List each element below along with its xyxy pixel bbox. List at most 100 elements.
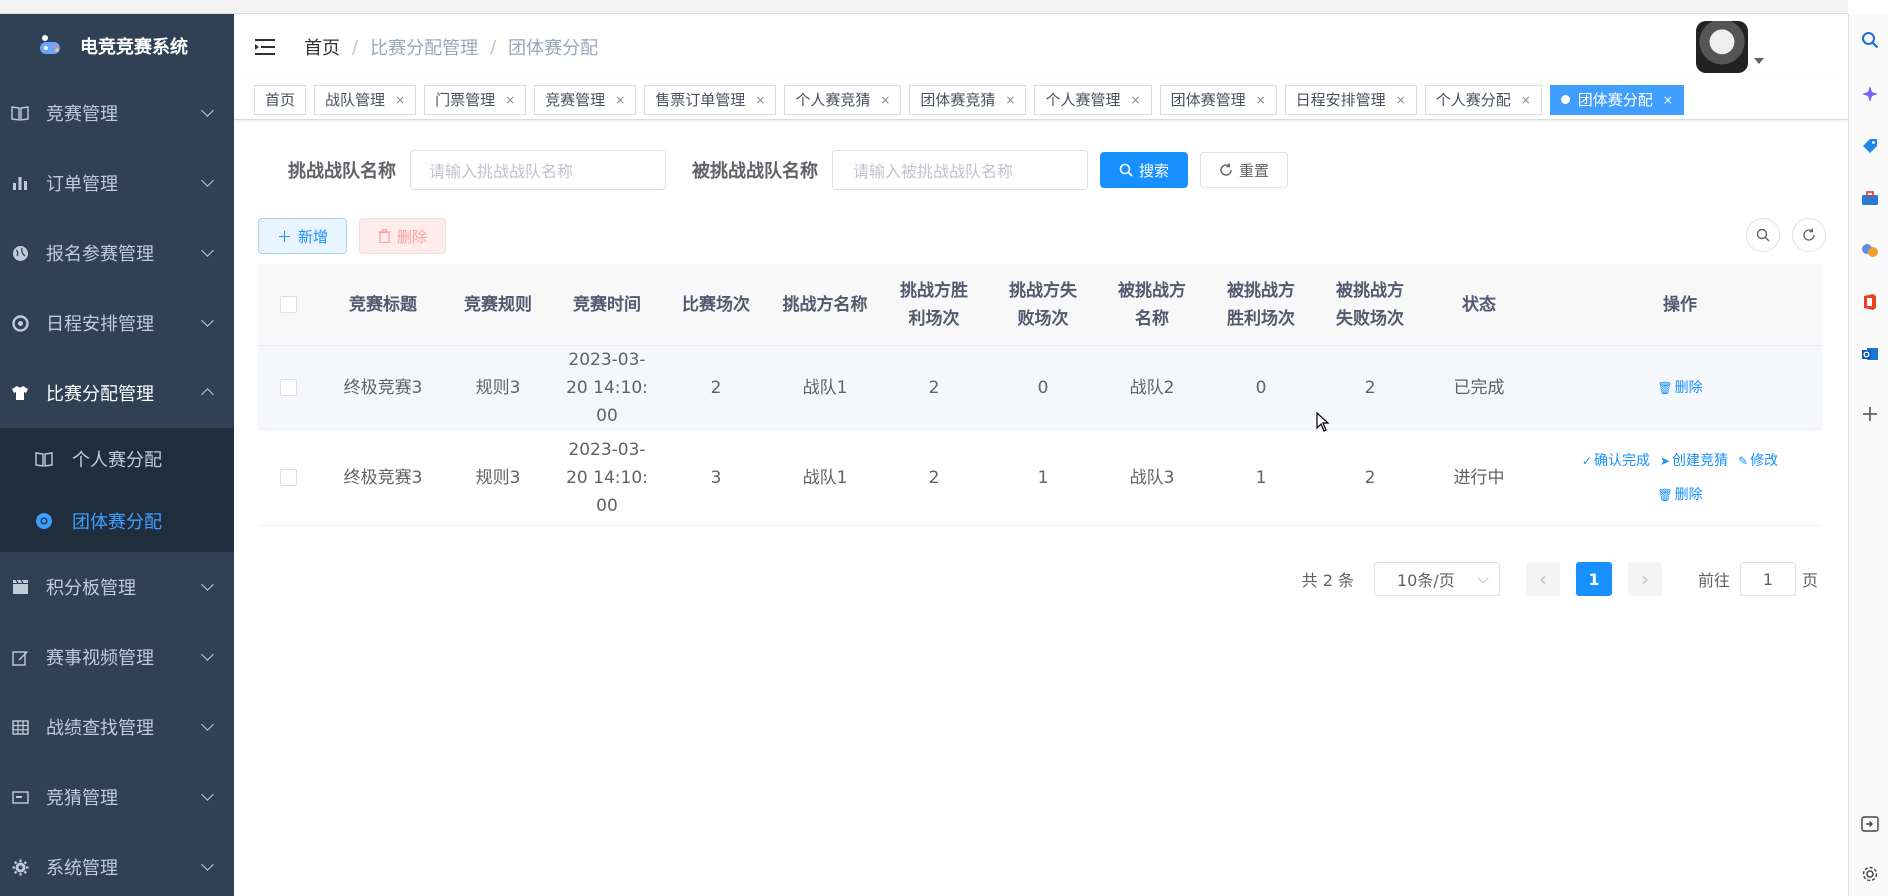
confirm-complete-icon: ✓ xyxy=(1581,453,1592,468)
prev-page-button[interactable]: ‹ xyxy=(1525,562,1560,596)
search-icon xyxy=(1119,163,1133,177)
tab-0[interactable]: 首页 xyxy=(254,84,307,115)
tab-5[interactable]: 个人赛竞猜 × xyxy=(784,84,902,115)
hamburger-fold-icon[interactable] xyxy=(254,36,276,58)
data-table: 竞赛标题 竞赛规则 竞赛时间 比赛场次 挑战方名称 挑战方胜利场次 挑战方失败场次 被挑战方名… xyxy=(258,264,1822,526)
challenger-team-input[interactable]: 请输入挑战战队名称 xyxy=(410,150,666,190)
page-size-select[interactable]: 10条/页 xyxy=(1373,562,1500,596)
sidebar-item-0[interactable]: 竞赛管理 xyxy=(0,78,234,148)
action-label: 创建竞猜 xyxy=(1672,452,1729,469)
close-icon[interactable]: × xyxy=(1521,93,1531,107)
tab-6[interactable]: 团体赛竞猜 × xyxy=(909,84,1027,115)
user-avatar[interactable] xyxy=(1696,21,1748,73)
challenger-team-label: 挑战战队名称 xyxy=(288,161,396,182)
close-icon[interactable]: × xyxy=(505,93,515,107)
browser-sidebar xyxy=(1848,14,1888,896)
copilot-sparkle-icon[interactable] xyxy=(1860,84,1880,104)
tab-label: 个人赛管理 xyxy=(1045,91,1121,109)
row-checkbox[interactable] xyxy=(279,469,297,486)
add-icon[interactable] xyxy=(1860,404,1880,424)
office-icon[interactable] xyxy=(1860,292,1880,312)
search-button[interactable]: 搜索 xyxy=(1100,152,1189,188)
sidebar-item-8[interactable]: 竞猜管理 xyxy=(0,762,234,832)
sidebar-item-9[interactable]: 系统管理 xyxy=(0,832,234,896)
breadcrumb-home[interactable]: 首页 xyxy=(304,34,340,60)
outlook-icon[interactable] xyxy=(1860,344,1880,364)
sidebar-item-6[interactable]: 赛事视频管理 xyxy=(0,622,234,692)
app-logo[interactable]: 电竞竞赛系统 xyxy=(0,14,234,78)
delete-button[interactable]: 🗑 删除 xyxy=(1657,478,1702,512)
action-label: 删除 xyxy=(1674,379,1703,396)
chevron-down-icon xyxy=(201,174,214,187)
close-icon[interactable]: × xyxy=(615,93,625,107)
sidebar-item-2[interactable]: 报名参赛管理 xyxy=(0,218,234,288)
close-icon[interactable]: × xyxy=(880,93,890,107)
settings-gear-icon[interactable] xyxy=(1860,864,1880,884)
challenged-team-input[interactable]: 请输入被挑战战队名称 xyxy=(832,150,1088,190)
sidebar-collapse-icon[interactable] xyxy=(1860,814,1880,834)
delete-button[interactable]: 🗑 删除 xyxy=(1657,371,1702,405)
app-title: 电竞竞赛系统 xyxy=(80,37,188,58)
close-icon[interactable]: × xyxy=(1005,93,1015,107)
table-body: 终极竞赛3 规则3 2023-03-20 14:10:00 2 战队1 2 0 战队2 0 2 已完… xyxy=(258,346,1822,526)
table-cell: 3 xyxy=(666,464,766,492)
sidebar-item-4[interactable]: 比赛分配管理 xyxy=(0,358,234,428)
next-page-button[interactable]: › xyxy=(1627,562,1662,596)
table-row: 终极竞赛3 规则3 2023-03-20 14:10:00 3 战队1 2 1 战队3 1 2 进行… xyxy=(258,430,1822,526)
sidebar-subitem-1[interactable]: 团体赛分配 xyxy=(0,490,234,552)
target-icon xyxy=(10,313,30,333)
cell-value: 战队1 xyxy=(802,377,848,398)
toolbox-icon[interactable] xyxy=(1860,188,1880,208)
tab-1[interactable]: 战队管理 × xyxy=(314,84,417,115)
tab-11[interactable]: 团体赛分配 × xyxy=(1549,84,1684,115)
close-icon[interactable]: × xyxy=(395,93,405,107)
confirm-complete-button[interactable]: ✓ 确认完成 xyxy=(1582,444,1650,478)
toggle-search-button[interactable] xyxy=(1746,218,1780,252)
tag-icon[interactable] xyxy=(1860,136,1880,156)
table-cell: 规则3 xyxy=(448,374,548,402)
plus-icon: ＋ xyxy=(277,227,293,246)
pagination-total: 共 2 条 xyxy=(1301,571,1354,590)
close-icon[interactable]: × xyxy=(1663,93,1673,107)
cell-value: 规则3 xyxy=(475,377,521,398)
tab-4[interactable]: 售票订单管理 × xyxy=(644,84,777,115)
sidebar-item-1[interactable]: 订单管理 xyxy=(0,148,234,218)
refresh-table-button[interactable] xyxy=(1792,218,1826,252)
tab-3[interactable]: 竞赛管理 × xyxy=(534,84,637,115)
row-checkbox[interactable] xyxy=(279,379,297,396)
tab-9[interactable]: 日程安排管理 × xyxy=(1284,84,1417,115)
close-icon[interactable]: × xyxy=(1256,93,1266,107)
tab-8[interactable]: 团体赛管理 × xyxy=(1159,84,1277,115)
table-cell: 2023-03-20 14:10:00 xyxy=(548,436,666,520)
page-number-current[interactable]: 1 xyxy=(1575,562,1612,596)
breadcrumb-separator: / xyxy=(490,36,497,58)
close-icon[interactable]: × xyxy=(1131,93,1141,107)
sidebar-item-7[interactable]: 战绩查找管理 xyxy=(0,692,234,762)
cell-value: 1 xyxy=(1255,467,1267,488)
games-icon[interactable] xyxy=(1860,240,1880,260)
add-button[interactable]: ＋ 新增 xyxy=(258,218,348,254)
sidebar-subitem-0[interactable]: 个人赛分配 xyxy=(0,428,234,490)
caret-down-icon[interactable] xyxy=(1754,58,1764,64)
close-icon[interactable]: × xyxy=(755,93,765,107)
delete-button[interactable]: 删除 xyxy=(359,218,447,254)
tab-2[interactable]: 门票管理 × xyxy=(424,84,527,115)
select-all-checkbox[interactable] xyxy=(279,296,297,313)
search-icon[interactable] xyxy=(1860,30,1880,50)
shirt-icon xyxy=(10,383,30,403)
column-header-8: 被挑战方胜利场次 xyxy=(1202,277,1320,333)
clapper-icon xyxy=(10,577,30,597)
cell-value: 2 xyxy=(1364,467,1376,488)
cell-value: 进行中 xyxy=(1453,467,1505,488)
sidebar-item-3[interactable]: 日程安排管理 xyxy=(0,288,234,358)
reset-button[interactable]: 重置 xyxy=(1200,152,1289,188)
goto-page-input[interactable]: 1 xyxy=(1739,562,1796,596)
table-cell: 战队1 xyxy=(766,374,884,402)
tab-7[interactable]: 个人赛管理 × xyxy=(1034,84,1152,115)
sidebar-item-5[interactable]: 积分板管理 xyxy=(0,552,234,622)
edit-button[interactable]: ✎ 修改 xyxy=(1738,444,1778,478)
tab-10[interactable]: 个人赛分配 × xyxy=(1424,84,1542,115)
create-guess-button[interactable]: ➤ 创建竞猜 xyxy=(1660,444,1728,478)
close-icon[interactable]: × xyxy=(1396,93,1406,107)
chevron-left-icon: ‹ xyxy=(1538,567,1547,591)
